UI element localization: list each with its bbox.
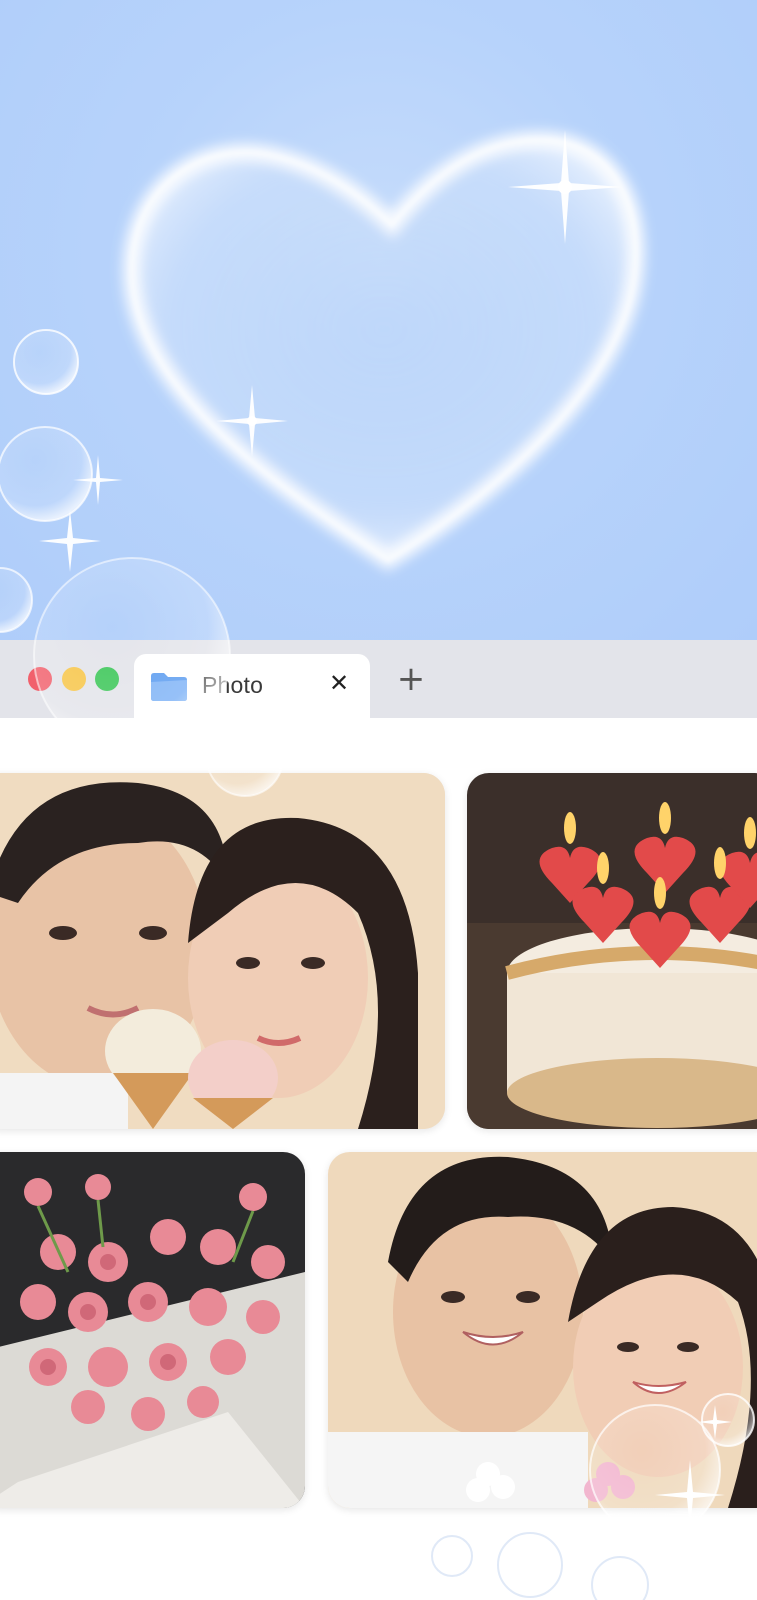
new-tab-button[interactable]: + xyxy=(394,662,428,696)
hero-banner xyxy=(0,0,757,640)
smiling-couple-photo xyxy=(328,1152,757,1508)
window-maximize-button[interactable] xyxy=(95,667,119,691)
heart-bubble-illustration xyxy=(0,130,645,633)
photo-card[interactable] xyxy=(0,1152,305,1508)
birthday-cake-photo xyxy=(467,773,757,1129)
folder-icon xyxy=(151,673,187,701)
photo-card[interactable] xyxy=(0,773,445,1129)
close-icon[interactable]: ✕ xyxy=(324,668,354,698)
heart-bubble-icon xyxy=(122,130,645,571)
browser-tab-bar: Photo ✕ + xyxy=(0,640,757,718)
photo-card[interactable] xyxy=(467,773,757,1129)
couple-ice-cream-photo xyxy=(0,773,445,1129)
photo-card[interactable] xyxy=(328,1152,757,1508)
rose-bouquet-photo xyxy=(0,1152,305,1508)
window-minimize-button[interactable] xyxy=(62,667,86,691)
window-close-button[interactable] xyxy=(28,667,52,691)
tab-label: Photo xyxy=(202,672,264,698)
bubble-icon xyxy=(0,329,93,633)
tab-photo[interactable]: Photo ✕ xyxy=(134,654,370,718)
